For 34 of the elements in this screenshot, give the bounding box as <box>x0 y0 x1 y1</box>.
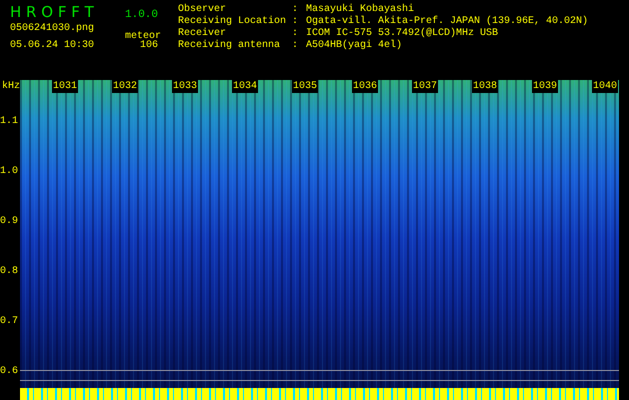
info-value: Ogata-vill. Akita-Pref. JAPAN (139.96E, 40.02N) <box>306 16 588 28</box>
time-label: 1039 <box>532 80 558 93</box>
file-name: 0506241030.png <box>10 23 96 36</box>
axis-unit: kHz <box>2 80 20 94</box>
info-value: A504HB(yagi 4el) <box>306 40 402 52</box>
axis-label: 1.0 <box>0 165 19 179</box>
time-label: 1034 <box>232 80 258 93</box>
info-separator: : <box>292 16 300 28</box>
version-label: 1.0.0 <box>125 9 158 21</box>
time-label: 1032 <box>112 80 138 93</box>
axis-label: 0.7 <box>0 315 19 329</box>
count-value: 106 <box>140 40 158 51</box>
time-label: 1036 <box>352 80 378 93</box>
info-label: Receiving Location <box>178 16 288 28</box>
axis-label: 1.1 <box>0 115 19 129</box>
time-label: 1033 <box>172 80 198 93</box>
info-label: Receiver <box>178 28 228 40</box>
info-label: Observer <box>178 4 228 16</box>
time-label: 1038 <box>472 80 498 93</box>
time-label: 1031 <box>52 80 78 93</box>
axis-label: 0.6 <box>0 365 19 379</box>
time-label: 1040 <box>592 80 618 93</box>
info-separator: : <box>292 40 300 52</box>
info-separator: : <box>292 28 300 40</box>
time-label: 1035 <box>292 80 318 93</box>
info-value: ICOM IC-575 53.7492(@LCD)MHz USB <box>306 28 498 40</box>
info-label: Receiving antenna <box>178 40 282 52</box>
info-separator: : <box>292 4 300 16</box>
time-label: 1037 <box>412 80 438 93</box>
date-time: 05.06.24 10:30 <box>10 40 96 51</box>
axis-label: 0.8 <box>0 265 19 279</box>
axis-label: 0.9 <box>0 215 19 229</box>
info-value: Masayuki Kobayashi <box>306 4 414 16</box>
app-title: H R O F F T <box>10 3 95 21</box>
